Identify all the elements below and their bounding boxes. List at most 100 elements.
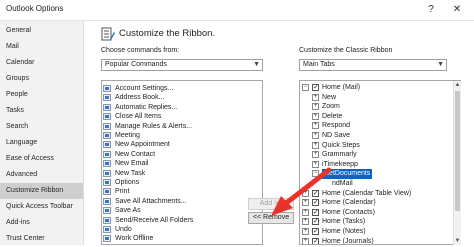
ribbon-tree-item[interactable]: + Home (Journals) bbox=[300, 237, 452, 245]
ribbon-tree-item[interactable]: + Zoom bbox=[300, 102, 452, 112]
title-bar: Outlook Options ? ✕ bbox=[0, 0, 474, 21]
chevron-down-icon: ▼ bbox=[253, 61, 260, 68]
ribbon-tree-label: Zoom bbox=[322, 103, 340, 111]
options-icon bbox=[103, 179, 111, 186]
nav-item[interactable]: People bbox=[0, 87, 83, 103]
command-label: New Contact bbox=[115, 150, 156, 158]
send-receive-icon bbox=[103, 216, 111, 224]
ribbon-tree-item[interactable]: + Respond bbox=[300, 121, 452, 131]
command-label: New Task bbox=[115, 169, 146, 177]
expand-icon[interactable]: + bbox=[312, 112, 319, 120]
command-list-item[interactable]: Print bbox=[102, 187, 260, 196]
scroll-down-icon[interactable]: ▼ bbox=[454, 237, 461, 245]
rules-icon bbox=[103, 122, 111, 130]
options-nav: General Mail Calendar Groups People Tasks Sear… bbox=[0, 21, 84, 245]
command-label: Undo bbox=[115, 226, 132, 233]
command-list-item[interactable]: Account Settings... bbox=[102, 84, 260, 93]
expand-icon[interactable]: + bbox=[312, 141, 319, 149]
print-icon bbox=[103, 188, 111, 196]
email-icon bbox=[103, 160, 111, 168]
window-title: Outlook Options bbox=[6, 4, 64, 13]
nav-item[interactable]: Quick Access Toolbar bbox=[0, 199, 83, 215]
command-list-item[interactable]: Meeting bbox=[102, 131, 260, 140]
command-list-item[interactable]: Address Book... bbox=[102, 93, 260, 102]
work-offline-icon bbox=[103, 235, 111, 243]
command-list-item[interactable]: New Appointment bbox=[102, 140, 260, 149]
ribbon-tree-label: Delete bbox=[322, 112, 343, 120]
customize-ribbon-dropdown[interactable]: Main Tabs ▼ bbox=[299, 59, 447, 71]
save-as-icon bbox=[103, 207, 111, 215]
ribbon-tree-label: ndMail bbox=[332, 180, 353, 187]
tree-scrollbar[interactable]: ▲ ▼ bbox=[453, 81, 461, 245]
ribbon-tree-item[interactable]: + Grammarly bbox=[300, 150, 452, 160]
expand-icon[interactable]: + bbox=[312, 151, 319, 159]
customize-ribbon-icon bbox=[101, 27, 115, 41]
nav-item[interactable]: Search bbox=[0, 119, 83, 135]
scroll-up-icon[interactable]: ▲ bbox=[454, 81, 461, 89]
nav-item[interactable]: Customize Ribbon bbox=[0, 183, 83, 199]
tab-checkbox[interactable] bbox=[312, 83, 319, 93]
task-icon bbox=[103, 169, 111, 177]
commands-listbox[interactable]: Account Settings... Address Book... Automa… bbox=[101, 80, 263, 245]
command-label: Send/Receive All Folders bbox=[115, 216, 194, 224]
ribbon-tree-item[interactable]: − Home (Mail) bbox=[300, 83, 452, 93]
command-list-item[interactable]: Options bbox=[102, 178, 260, 187]
contact-icon bbox=[103, 150, 111, 158]
nav-item[interactable]: Add-ins bbox=[0, 215, 83, 231]
red-annotation-arrow-icon bbox=[271, 167, 332, 216]
close-all-items-icon bbox=[103, 113, 111, 121]
expand-icon[interactable]: + bbox=[312, 122, 319, 130]
nav-item[interactable]: Groups bbox=[0, 71, 83, 87]
ribbon-tree-label: Home (Journals) bbox=[322, 237, 374, 245]
tab-checkbox[interactable] bbox=[312, 227, 319, 237]
nav-item[interactable]: Mail bbox=[0, 39, 83, 55]
command-label: New Email bbox=[115, 160, 149, 168]
nav-item[interactable]: Calendar bbox=[0, 55, 83, 71]
expand-icon[interactable]: + bbox=[302, 228, 309, 235]
ribbon-tree-label: Home (Notes) bbox=[322, 228, 366, 235]
tab-checkbox[interactable] bbox=[312, 237, 319, 244]
ribbon-tree-label: New bbox=[322, 93, 337, 101]
ribbon-tree-item[interactable]: + New bbox=[300, 93, 452, 103]
ribbon-tree-item[interactable]: + Home (Notes) bbox=[300, 227, 452, 237]
command-label: Automatic Replies... bbox=[115, 103, 178, 111]
appointment-icon bbox=[103, 141, 111, 149]
command-list-item[interactable]: New Contact bbox=[102, 150, 260, 159]
ribbon-tree-item[interactable]: + Quick Steps bbox=[300, 141, 452, 151]
command-list-item[interactable]: Work Offline bbox=[102, 234, 260, 243]
command-list-item[interactable]: New Email bbox=[102, 159, 260, 168]
expand-icon[interactable]: + bbox=[302, 237, 309, 244]
address-book-icon bbox=[103, 94, 111, 102]
nav-item[interactable]: Tasks bbox=[0, 103, 83, 119]
command-list-item[interactable]: New Task bbox=[102, 169, 260, 178]
collapse-icon[interactable]: − bbox=[302, 84, 309, 91]
close-button[interactable]: ✕ bbox=[446, 0, 468, 20]
customize-ribbon-value: Main Tabs bbox=[303, 61, 335, 68]
command-label: Close All Items bbox=[115, 113, 162, 121]
choose-commands-dropdown[interactable]: Popular Commands ▼ bbox=[101, 59, 263, 71]
choose-commands-value: Popular Commands bbox=[105, 61, 167, 68]
scroll-thumb[interactable] bbox=[455, 91, 460, 211]
expand-icon[interactable]: + bbox=[312, 93, 319, 101]
command-list-item[interactable]: Send/Receive All Folders bbox=[102, 216, 260, 225]
command-list-item[interactable]: Close All Items bbox=[102, 112, 260, 121]
ribbon-tree-item[interactable]: + ND Save bbox=[300, 131, 452, 141]
expand-icon[interactable]: + bbox=[312, 103, 319, 111]
expand-icon[interactable]: + bbox=[312, 132, 319, 139]
command-list-item[interactable]: Automatic Replies... bbox=[102, 103, 260, 112]
ribbon-tree-label: Home (Calendar Table View) bbox=[322, 189, 412, 197]
command-list-item[interactable]: Undo bbox=[102, 225, 260, 234]
help-button[interactable]: ? bbox=[420, 0, 442, 20]
command-list-item[interactable]: Manage Rules & Alerts... bbox=[102, 122, 260, 131]
nav-item[interactable]: Advanced bbox=[0, 167, 83, 183]
command-list-item[interactable]: Save All Attachments... bbox=[102, 197, 260, 206]
nav-item[interactable]: General bbox=[0, 23, 83, 39]
command-label: Manage Rules & Alerts... bbox=[115, 122, 193, 130]
ribbon-tree-label: Home (Mail) bbox=[322, 84, 361, 91]
command-label: Meeting bbox=[115, 132, 140, 139]
command-label: Save As bbox=[115, 207, 141, 215]
command-list-item[interactable]: Save As bbox=[102, 206, 260, 215]
nav-item[interactable]: Language bbox=[0, 135, 83, 151]
nav-item[interactable]: Ease of Access bbox=[0, 151, 83, 167]
ribbon-tree-item[interactable]: + Delete bbox=[300, 112, 452, 122]
